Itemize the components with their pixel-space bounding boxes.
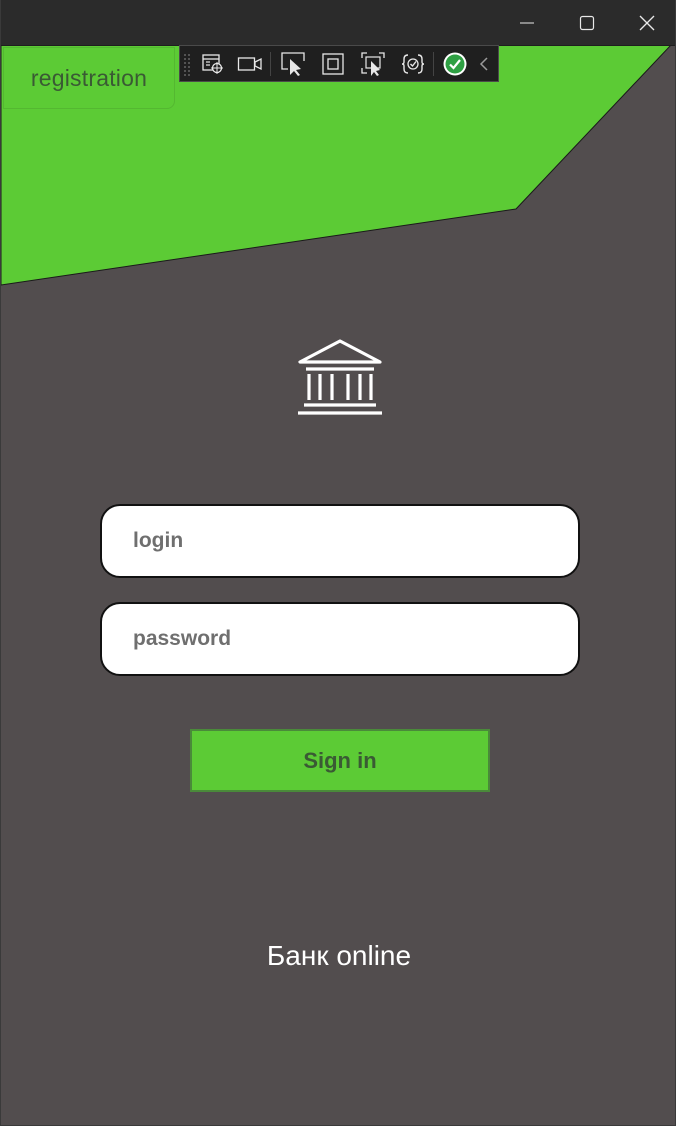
xaml-debug-toolbar <box>179 45 499 82</box>
close-button[interactable] <box>617 0 675 45</box>
password-input[interactable]: password <box>100 602 580 676</box>
login-placeholder: login <box>133 529 184 552</box>
sign-in-button[interactable]: Sign in <box>190 729 490 792</box>
record-button[interactable] <box>237 51 263 77</box>
grip-icon[interactable] <box>183 52 191 76</box>
display-layout-adorners-icon <box>322 53 344 75</box>
close-icon <box>639 15 655 30</box>
live-visual-tree-button[interactable] <box>200 51 226 77</box>
app-title: Банк online <box>266 940 412 971</box>
select-element-button[interactable] <box>280 51 306 77</box>
binding-failures-button[interactable] <box>400 51 426 77</box>
minimize-button[interactable] <box>497 0 557 45</box>
hot-reload-status-button[interactable] <box>442 51 468 77</box>
password-placeholder: password <box>133 627 232 650</box>
bank-building-icon <box>298 339 382 415</box>
collapse-toolbar-button[interactable] <box>474 51 494 77</box>
hot-reload-ok-icon <box>443 52 467 76</box>
select-element-icon <box>281 52 305 76</box>
track-focus-icon <box>361 52 385 76</box>
track-focus-button[interactable] <box>360 51 386 77</box>
maximize-button[interactable] <box>557 0 617 45</box>
minimize-icon <box>520 22 534 23</box>
maximize-icon <box>579 15 595 30</box>
record-icon <box>237 57 262 71</box>
title-bar <box>1 0 675 46</box>
app-window: registration login password Sign in Банк… <box>0 0 676 1126</box>
binding-failures-icon <box>401 54 425 74</box>
registration-button[interactable]: registration <box>3 47 175 109</box>
registration-label: registration <box>30 64 148 91</box>
live-visual-tree-icon <box>202 54 223 74</box>
sign-in-label: Sign in <box>303 747 377 773</box>
login-input[interactable]: login <box>100 504 580 578</box>
display-layout-adorners-button[interactable] <box>320 51 346 77</box>
chevron-left-icon <box>479 57 488 71</box>
